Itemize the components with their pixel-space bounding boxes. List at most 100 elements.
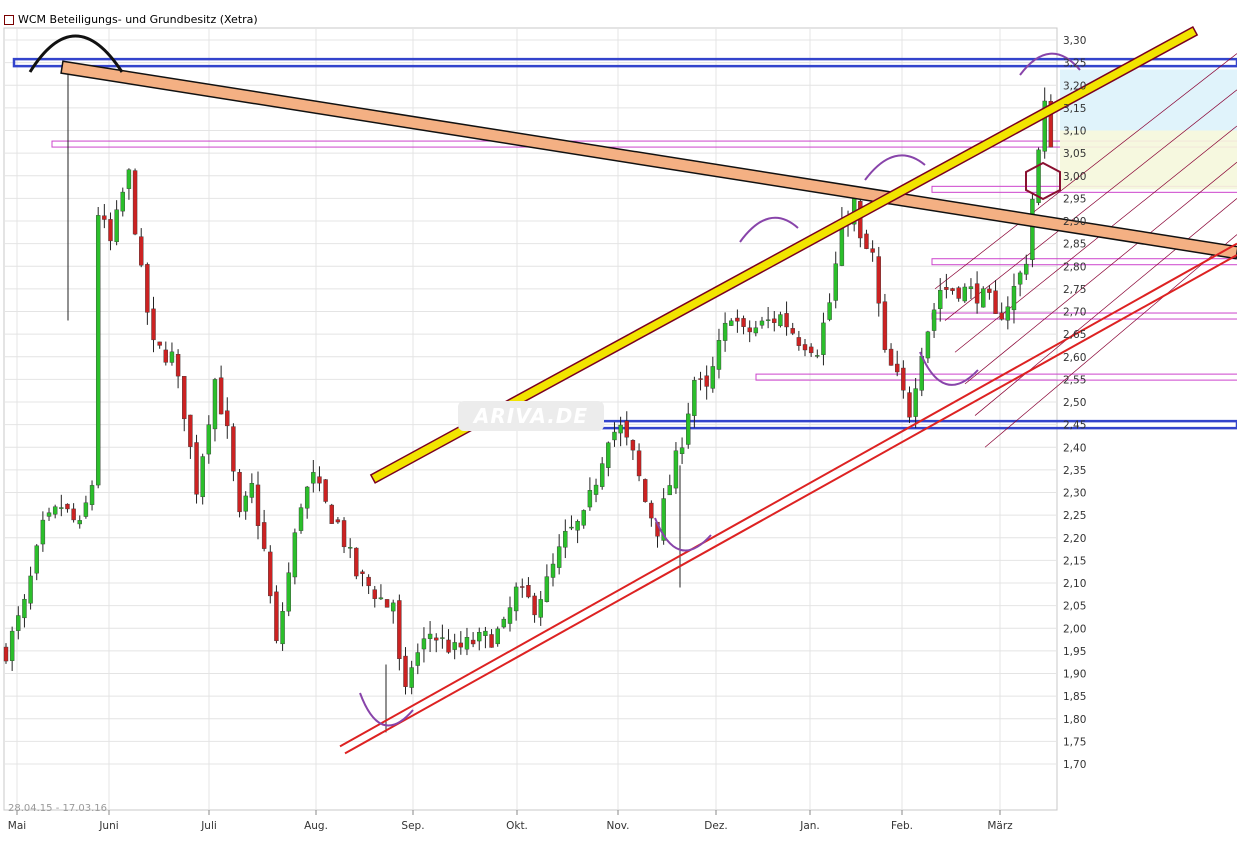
candle-down [341, 520, 347, 548]
candle-up [1024, 263, 1029, 275]
candle-down [993, 290, 998, 314]
candle-down [139, 236, 144, 266]
x-axis: Mai Juni Juli Aug. Sep. Okt. Nov. Dez. Jan. Feb. M… [8, 820, 1013, 832]
candle-down [772, 318, 777, 323]
candle-up [556, 546, 562, 568]
candle-up [575, 521, 580, 531]
candle-up [83, 502, 89, 517]
candle-up [513, 586, 519, 612]
candle-up [759, 320, 765, 326]
candle-down [470, 639, 476, 645]
candle-up [593, 484, 599, 495]
y-tick-label: 2,75 [1063, 284, 1086, 296]
candle-down [808, 346, 814, 354]
candle-up [538, 599, 543, 618]
watermark: ARIVA.DE [458, 401, 604, 431]
candle-down [643, 479, 648, 502]
candle-down [649, 502, 654, 519]
x-tick-label: Jan. [799, 820, 820, 832]
candle-up [501, 618, 507, 628]
candle-up [212, 379, 218, 430]
candle-up [77, 520, 82, 525]
candle-down [3, 646, 9, 662]
candle-down [384, 599, 390, 608]
candle-up [28, 575, 33, 604]
candle-down [71, 508, 76, 521]
y-tick-label: 1,75 [1063, 736, 1086, 748]
candle-up [298, 507, 304, 531]
y-tick-label: 1,90 [1063, 669, 1086, 681]
candle-up [618, 424, 623, 434]
candle-up [34, 545, 39, 574]
x-tick-label: Sep. [401, 820, 424, 832]
candle-down [237, 471, 242, 513]
candle-up [778, 314, 783, 327]
candle-down [790, 328, 795, 334]
candle-down [329, 504, 334, 524]
candle-down [735, 317, 740, 322]
y-tick-label: 1,95 [1063, 646, 1086, 658]
candle-up [483, 630, 488, 636]
candle-up [126, 169, 132, 189]
y-tick-label: 2,35 [1063, 465, 1086, 477]
y-tick-label: 2,70 [1063, 307, 1086, 319]
candle-down [397, 600, 402, 660]
candle-down [225, 410, 230, 427]
y-tick-label: 2,65 [1063, 329, 1086, 341]
candle-down [163, 349, 169, 363]
candle-up [347, 547, 353, 549]
x-tick-label: Okt. [506, 820, 528, 832]
candle-down [901, 367, 906, 391]
candle-up [581, 510, 586, 526]
candle-up [753, 327, 759, 334]
y-tick-label: 3,00 [1063, 171, 1086, 183]
candle-up [292, 532, 298, 578]
x-tick-label: März [987, 820, 1013, 832]
candle-up [249, 482, 255, 498]
candle-up [981, 288, 986, 308]
candle-down [870, 248, 875, 253]
candle-up [612, 431, 617, 441]
y-tick-label: 2,45 [1063, 420, 1086, 432]
candle-down [520, 586, 525, 588]
candle-down [458, 642, 464, 648]
x-tick-label: Mai [8, 820, 26, 832]
candle-down [636, 450, 642, 477]
candle-up [938, 290, 943, 309]
candle-down [698, 378, 703, 380]
y-tick-label: 1,80 [1063, 714, 1086, 726]
candle-up [427, 633, 433, 639]
candle-down [194, 442, 199, 495]
y-tick-label: 2,15 [1063, 555, 1086, 567]
candle-down [403, 655, 408, 687]
y-tick-label: 3,10 [1063, 126, 1086, 138]
candle-up [587, 490, 593, 508]
x-tick-label: Juni [98, 820, 118, 832]
candle-up [391, 602, 396, 612]
candle-down [876, 256, 881, 304]
candle-up [765, 319, 771, 321]
y-tick-label: 1,70 [1063, 759, 1086, 771]
candle-up [95, 215, 101, 486]
candle-up [452, 642, 457, 650]
candle-up [925, 331, 931, 359]
candle-up [1030, 198, 1035, 260]
candle-up [550, 563, 556, 578]
y-tick-label: 3,20 [1063, 80, 1086, 92]
candle-up [1017, 272, 1023, 285]
chart-title: WCM Beteiligungs- und Grundbesitz (Xetra… [18, 13, 258, 26]
candle-up [544, 576, 550, 602]
candle-up [667, 485, 672, 496]
x-tick-label: Juli [200, 820, 217, 832]
candle-up [304, 486, 310, 509]
x-tick-label: Aug. [304, 820, 328, 832]
candle-down [274, 591, 279, 642]
candle-up [477, 631, 482, 642]
candle-down [802, 344, 808, 351]
candle-down [624, 420, 629, 438]
date-range-label: 28.04.15 - 17.03.16 [8, 803, 108, 814]
candle-up [968, 286, 974, 289]
candle-down [218, 377, 224, 415]
y-tick-label: 2,10 [1063, 578, 1086, 590]
y-tick-label: 2,25 [1063, 510, 1086, 522]
